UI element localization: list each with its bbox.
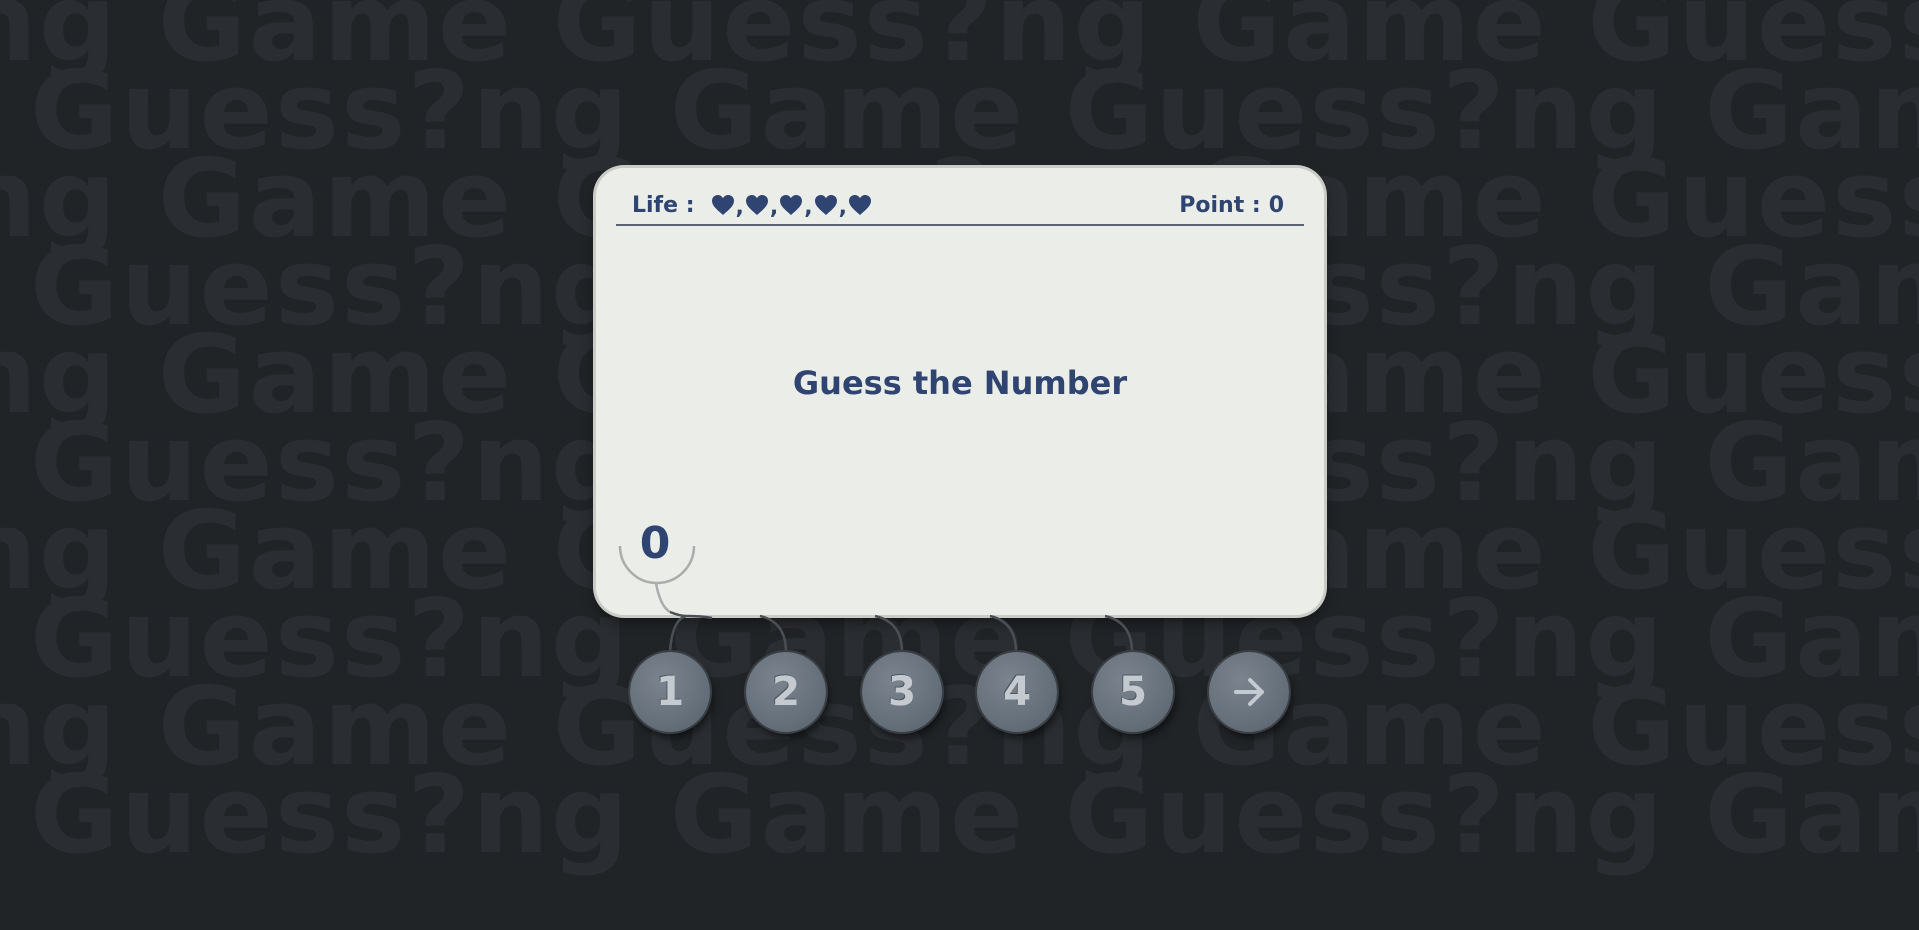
heart-icon	[814, 194, 838, 216]
current-guess: 0	[639, 518, 671, 569]
heart-icon	[779, 194, 803, 216]
button-label: 3	[888, 669, 916, 715]
prompt-text: Guess the Number	[792, 364, 1128, 402]
heart-separator: ,	[769, 194, 779, 220]
point-value: 0	[1268, 192, 1284, 218]
watermark-line: Guess?ng Game Guess?ng Game Guess?ng	[30, 753, 1919, 878]
arrow-right-icon	[1228, 671, 1270, 713]
button-label: 4	[1003, 669, 1031, 715]
number-button-3[interactable]: 3	[862, 652, 942, 732]
point-label: Point :	[1179, 192, 1261, 218]
heart-separator: ,	[735, 194, 744, 220]
button-label: 1	[656, 669, 684, 715]
heart-icon	[745, 194, 769, 216]
hearts-list: ,,,,	[711, 193, 872, 220]
submit-button[interactable]	[1209, 652, 1289, 732]
life-display: Life : ,,,,	[616, 192, 872, 220]
heart-separator: ,	[838, 194, 847, 220]
number-button-2[interactable]: 2	[746, 652, 826, 732]
heart-icon	[848, 194, 872, 216]
life-label: Life :	[632, 192, 695, 218]
game-card: Life : ,,,, Point : 0 Guess the Number 0	[596, 168, 1324, 615]
card-header: Life : ,,,, Point : 0	[616, 186, 1304, 226]
number-button-5[interactable]: 5	[1093, 652, 1173, 732]
heart-icon	[711, 194, 735, 216]
button-label: 2	[772, 669, 800, 715]
point-display: Point : 0	[1179, 193, 1304, 218]
number-button-4[interactable]: 4	[977, 652, 1057, 732]
heart-separator: ,	[804, 194, 813, 220]
number-button-1[interactable]: 1	[630, 652, 710, 732]
button-label: 5	[1119, 669, 1147, 715]
